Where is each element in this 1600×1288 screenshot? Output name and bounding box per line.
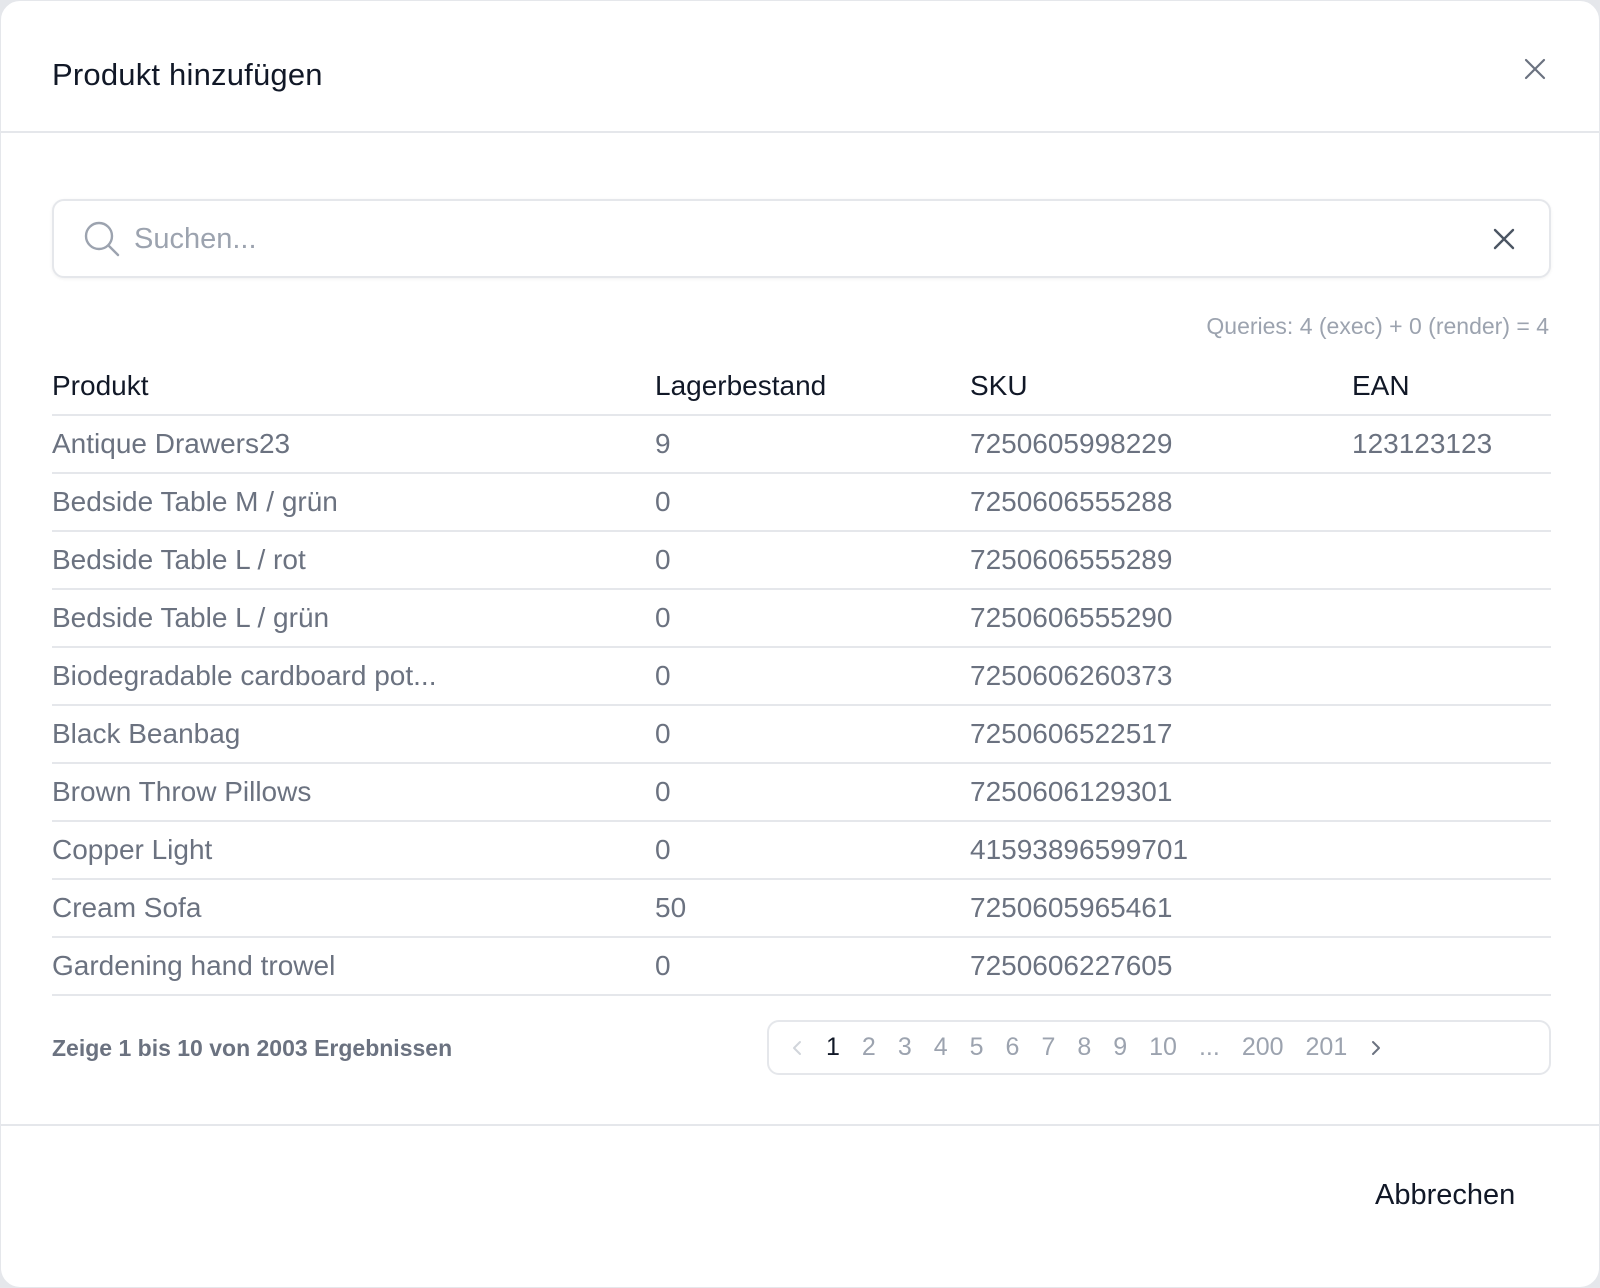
cell-stock: 0 bbox=[655, 705, 970, 764]
cell-stock: 9 bbox=[655, 415, 970, 474]
cell-sku: 7250606227605 bbox=[970, 937, 1352, 996]
page-link-5[interactable]: 5 bbox=[959, 1033, 995, 1062]
cell-stock: 0 bbox=[655, 531, 970, 590]
column-header-sku[interactable]: SKU bbox=[970, 358, 1352, 416]
cell-stock: 0 bbox=[655, 937, 970, 996]
queries-debug-text: Queries: 4 (exec) + 0 (render) = 4 bbox=[1206, 313, 1549, 339]
page-link-2[interactable]: 2 bbox=[851, 1033, 887, 1062]
cell-ean bbox=[1352, 531, 1551, 590]
add-product-modal: Produkt hinzufügen Queries: 4 (exec) + 0… bbox=[0, 0, 1600, 1288]
cell-ean bbox=[1352, 937, 1551, 996]
search-input[interactable] bbox=[134, 215, 1434, 263]
modal-title: Produkt hinzufügen bbox=[52, 57, 323, 92]
cancel-button[interactable]: Abbrechen bbox=[1361, 1173, 1529, 1218]
table-row[interactable]: Copper Light 0 41593896599701 bbox=[52, 821, 1551, 880]
page-link-200[interactable]: 200 bbox=[1231, 1033, 1295, 1062]
cell-stock: 0 bbox=[655, 647, 970, 706]
cell-product: Brown Throw Pillows bbox=[52, 763, 655, 822]
cell-stock: 0 bbox=[655, 589, 970, 648]
cell-ean bbox=[1352, 473, 1551, 532]
page-ellipsis: ... bbox=[1198, 1033, 1220, 1061]
close-icon bbox=[1524, 58, 1546, 80]
page-link-1[interactable]: 1 bbox=[815, 1033, 851, 1062]
close-button[interactable] bbox=[1519, 53, 1551, 85]
chevron-left-icon bbox=[793, 1040, 801, 1055]
cell-sku: 7250605965461 bbox=[970, 879, 1352, 938]
chevron-right-icon bbox=[1372, 1040, 1381, 1055]
table-row[interactable]: Cream Sofa 50 7250605965461 bbox=[52, 879, 1551, 938]
page-link-8[interactable]: 8 bbox=[1066, 1033, 1102, 1062]
cell-sku: 7250605998229 bbox=[970, 415, 1352, 474]
cell-product: Bedside Table L / grün bbox=[52, 589, 655, 648]
product-table: Produkt Lagerbestand SKU EAN Antique Dra… bbox=[52, 358, 1551, 996]
cell-stock: 0 bbox=[655, 821, 970, 880]
cell-sku: 7250606555290 bbox=[970, 589, 1352, 648]
results-summary: Zeige 1 bis 10 von 2003 Ergebnissen bbox=[52, 1035, 453, 1061]
table-row[interactable]: Brown Throw Pillows 0 7250606129301 bbox=[52, 763, 1551, 822]
cell-ean bbox=[1352, 705, 1551, 764]
cell-product: Antique Drawers23 bbox=[52, 415, 655, 474]
table-row[interactable]: Gardening hand trowel 0 7250606227605 bbox=[52, 937, 1551, 996]
table-row[interactable]: Bedside Table L / rot 0 7250606555289 bbox=[52, 531, 1551, 590]
cell-ean bbox=[1352, 647, 1551, 706]
cell-product: Black Beanbag bbox=[52, 705, 655, 764]
table-row[interactable]: Black Beanbag 0 7250606522517 bbox=[52, 705, 1551, 764]
previous-page-button[interactable] bbox=[779, 1030, 815, 1066]
page-link-4[interactable]: 4 bbox=[923, 1033, 959, 1062]
pagination: 1 2 3 4 5 6 7 8 9 10 ... 200 201 bbox=[767, 1020, 1551, 1075]
table-row[interactable]: Biodegradable cardboard pot... 0 7250606… bbox=[52, 647, 1551, 706]
table-row[interactable]: Bedside Table M / grün 0 7250606555288 bbox=[52, 473, 1551, 532]
cell-ean bbox=[1352, 589, 1551, 648]
cell-sku: 7250606555288 bbox=[970, 473, 1352, 532]
cell-sku: 7250606260373 bbox=[970, 647, 1352, 706]
cell-product: Copper Light bbox=[52, 821, 655, 880]
table-header-row: Produkt Lagerbestand SKU EAN bbox=[52, 358, 1551, 416]
cell-ean: 123123123 bbox=[1352, 415, 1551, 474]
cell-sku: 7250606522517 bbox=[970, 705, 1352, 764]
page-link-9[interactable]: 9 bbox=[1102, 1033, 1138, 1062]
cell-stock: 50 bbox=[655, 879, 970, 938]
search-icon bbox=[84, 221, 120, 257]
column-header-ean[interactable]: EAN bbox=[1352, 358, 1551, 416]
page-link-6[interactable]: 6 bbox=[995, 1033, 1031, 1062]
cell-product: Cream Sofa bbox=[52, 879, 655, 938]
table-row[interactable]: Antique Drawers23 9 7250605998229 123123… bbox=[52, 415, 1551, 474]
footer-divider bbox=[1, 1124, 1599, 1126]
cell-ean bbox=[1352, 821, 1551, 880]
cell-product: Gardening hand trowel bbox=[52, 937, 655, 996]
clear-search-button[interactable] bbox=[1488, 223, 1520, 255]
cell-ean bbox=[1352, 763, 1551, 822]
modal-header: Produkt hinzufügen bbox=[1, 1, 1599, 133]
cell-stock: 0 bbox=[655, 473, 970, 532]
table-row[interactable]: Bedside Table L / grün 0 7250606555290 bbox=[52, 589, 1551, 648]
page-link-201[interactable]: 201 bbox=[1295, 1033, 1359, 1062]
next-page-button[interactable] bbox=[1358, 1030, 1394, 1066]
column-header-product[interactable]: Produkt bbox=[52, 358, 655, 416]
page-link-7[interactable]: 7 bbox=[1030, 1033, 1066, 1062]
cell-ean bbox=[1352, 879, 1551, 938]
cell-product: Bedside Table L / rot bbox=[52, 531, 655, 590]
cell-product: Biodegradable cardboard pot... bbox=[52, 647, 655, 706]
cell-stock: 0 bbox=[655, 763, 970, 822]
search-box bbox=[52, 199, 1551, 278]
cell-sku: 7250606555289 bbox=[970, 531, 1352, 590]
clear-icon bbox=[1493, 228, 1515, 250]
cell-sku: 41593896599701 bbox=[970, 821, 1352, 880]
cell-sku: 7250606129301 bbox=[970, 763, 1352, 822]
column-header-stock[interactable]: Lagerbestand bbox=[655, 358, 970, 416]
page-link-3[interactable]: 3 bbox=[887, 1033, 923, 1062]
cell-product: Bedside Table M / grün bbox=[52, 473, 655, 532]
page-link-10[interactable]: 10 bbox=[1138, 1033, 1188, 1062]
